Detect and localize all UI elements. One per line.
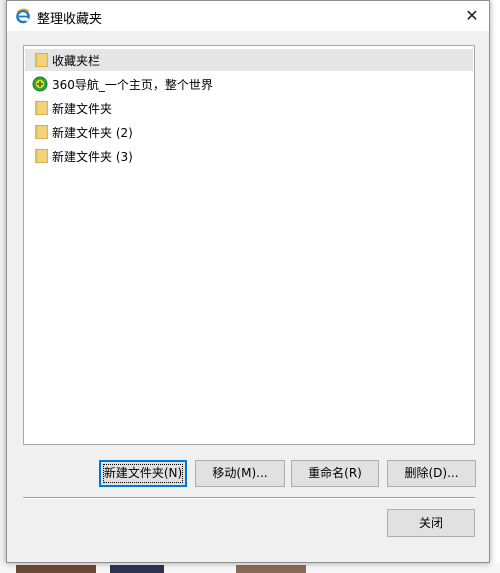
folder-icon (35, 125, 48, 139)
background-page-right (490, 0, 500, 573)
list-item-360-nav[interactable]: 360导航_一个主页，整个世界 (25, 73, 473, 95)
favorites-list[interactable]: 收藏夹栏 360导航_一个主页，整个世界 新建文件夹 新建文件夹 (2) 新建文… (23, 45, 475, 445)
list-item-new-folder-3[interactable]: 新建文件夹 (3) (25, 145, 473, 167)
list-item-label: 收藏夹栏 (52, 54, 101, 68)
rename-button-label: 重命名(R) (308, 466, 362, 480)
background-thumbnail (16, 565, 96, 573)
background-thumbnail (236, 565, 306, 573)
close-button-label: 关闭 (418, 516, 443, 530)
move-button[interactable]: 移动(M)... (195, 460, 285, 487)
folder-icon (35, 101, 48, 115)
delete-button[interactable]: 删除(D)... (387, 460, 476, 487)
new-folder-button[interactable]: 新建文件夹(N) (99, 460, 187, 487)
focus-ring (103, 464, 183, 483)
dialog-title: 整理收藏夹 (37, 12, 103, 27)
list-item-label: 新建文件夹 (52, 102, 113, 116)
list-item-label: 新建文件夹 (2) (52, 126, 133, 140)
separator-line (23, 497, 475, 499)
organize-favorites-dialog: 整理收藏夹 ✕ 收藏夹栏 360导航_一个主页，整个世界 新建文件夹 新建文件夹… (6, 0, 490, 563)
green-globe-icon (32, 76, 48, 92)
close-icon: ✕ (465, 6, 479, 25)
list-item-favorites-bar[interactable]: 收藏夹栏 (25, 49, 473, 71)
delete-button-label: 删除(D)... (404, 466, 459, 480)
rename-button[interactable]: 重命名(R) (291, 460, 379, 487)
close-button[interactable]: 关闭 (387, 509, 475, 537)
close-window-button[interactable]: ✕ (455, 1, 489, 31)
list-item-new-folder-2[interactable]: 新建文件夹 (2) (25, 121, 473, 143)
background-thumbnail (110, 565, 164, 573)
folder-icon (35, 53, 48, 67)
move-button-label: 移动(M)... (212, 466, 268, 480)
internet-explorer-icon (16, 8, 30, 24)
folder-icon (35, 149, 48, 163)
list-item-label: 360导航_一个主页，整个世界 (52, 78, 213, 92)
list-item-new-folder[interactable]: 新建文件夹 (25, 97, 473, 119)
title-bar: 整理收藏夹 ✕ (7, 1, 489, 31)
list-item-label: 新建文件夹 (3) (52, 150, 133, 164)
